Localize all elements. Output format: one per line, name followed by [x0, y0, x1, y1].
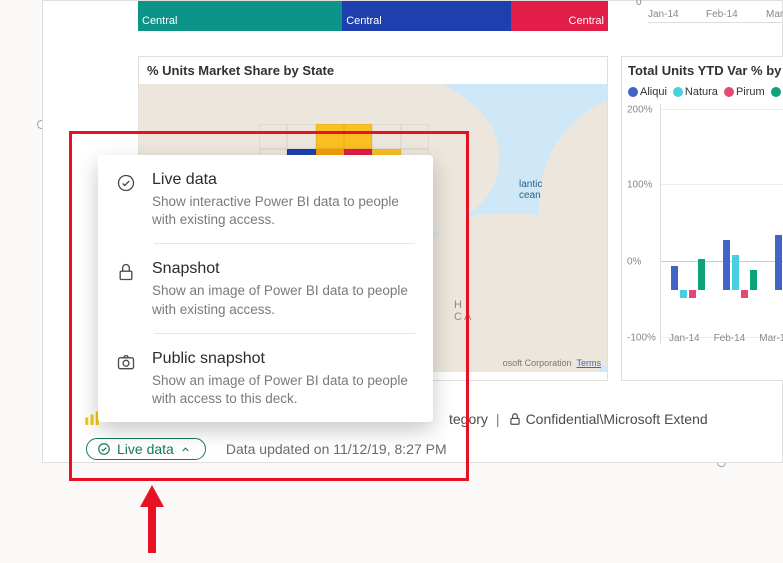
separator: | — [496, 411, 500, 427]
bar-label: Central — [569, 15, 604, 27]
legend-item[interactable]: Pirum — [736, 86, 765, 98]
check-circle-icon — [116, 173, 138, 195]
sensitivity-text: Confidential\Microsoft Extend — [526, 411, 708, 427]
option-snapshot[interactable]: Snapshot Show an image of Power BI data … — [98, 244, 433, 332]
chart-title: Total Units YTD Var % by Mont — [628, 63, 783, 78]
footer-item: tegory — [449, 411, 488, 427]
updated-text: Data updated on 11/12/19, 8:27 PM — [226, 441, 447, 457]
mini-chart-axis: 0 Jan-14 Feb-14 Mar-14 — [648, 1, 783, 23]
chart-plot: 200% 100% 0% -100% Jan-14 Feb-14 Mar-14 — [660, 104, 783, 344]
mini-ylabel: 0 — [636, 0, 642, 8]
mini-xlabel: Mar-14 — [766, 9, 783, 20]
pill-label: Live data — [117, 441, 174, 457]
option-desc: Show interactive Power BI data to people… — [152, 193, 415, 229]
annotation-arrow — [142, 485, 162, 553]
chevron-up-icon — [180, 444, 191, 455]
bar-red[interactable]: Central — [511, 1, 608, 31]
data-options-row: Live data Data updated on 11/12/19, 8:27… — [86, 438, 447, 460]
camera-icon — [116, 352, 138, 374]
chart-legend: Aliqui Natura Pirum VanAr — [628, 86, 783, 98]
option-desc: Show an image of Power BI data to people… — [152, 372, 415, 408]
xtick: Jan-14 — [669, 333, 700, 344]
ytick: 200% — [627, 105, 653, 116]
terms-link[interactable]: Terms — [577, 358, 602, 368]
xtick: Mar-14 — [759, 333, 783, 344]
bar-teal[interactable]: Central — [138, 1, 342, 31]
data-options-popup: Live data Show interactive Power BI data… — [98, 155, 433, 422]
chart-visual[interactable]: Total Units YTD Var % by Mont Aliqui Nat… — [621, 56, 783, 381]
option-title: Snapshot — [152, 260, 415, 278]
continent-label: H CA — [454, 299, 473, 323]
bar-label: Central — [142, 15, 177, 27]
option-public-snapshot[interactable]: Public snapshot Show an image of Power B… — [98, 334, 433, 422]
credit-text: osoft Corporation — [503, 358, 572, 368]
lock-icon — [116, 262, 138, 284]
bar-label: Central — [346, 15, 381, 27]
option-desc: Show an image of Power BI data to people… — [152, 282, 415, 318]
legend-item[interactable]: Aliqui — [640, 86, 667, 98]
map-credit: osoft Corporation Terms — [503, 358, 601, 368]
ocean-label: lantic cean — [519, 179, 542, 201]
bar-blue[interactable]: Central — [342, 1, 511, 31]
sensitivity-label[interactable]: Confidential\Microsoft Extend — [508, 411, 708, 427]
lock-icon — [508, 412, 522, 426]
option-live-data[interactable]: Live data Show interactive Power BI data… — [98, 155, 433, 243]
option-title: Live data — [152, 171, 415, 189]
legend-item[interactable]: Natura — [685, 86, 718, 98]
live-data-dropdown[interactable]: Live data — [86, 438, 206, 460]
option-title: Public snapshot — [152, 350, 415, 368]
map-title: % Units Market Share by State — [139, 57, 607, 84]
region-bars: Central Central Central — [138, 1, 608, 31]
mini-xlabel: Jan-14 — [648, 9, 679, 20]
ytick: 100% — [627, 180, 653, 191]
xtick: Feb-14 — [714, 333, 746, 344]
ytick: 0% — [627, 257, 641, 268]
check-circle-icon — [97, 442, 111, 456]
mini-xlabel: Feb-14 — [706, 9, 738, 20]
ytick: -100% — [627, 333, 656, 344]
